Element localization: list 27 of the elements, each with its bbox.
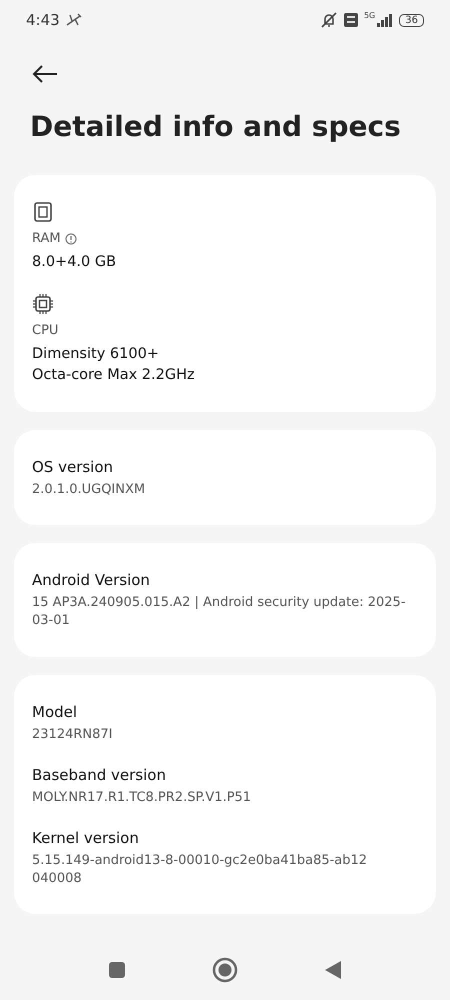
memory-chip-icon (32, 201, 54, 223)
battery-level: 36 (399, 14, 424, 26)
recents-button[interactable] (108, 961, 126, 979)
back-arrow-icon[interactable] (32, 64, 58, 84)
signal-icon (377, 14, 394, 26)
back-button[interactable] (324, 960, 342, 980)
info-icon[interactable] (64, 232, 77, 244)
network-type: 5G (364, 11, 376, 20)
spec-value: 5.15.149-android13-8-00010-gc2e0ba41ba85-ab12 040008 (32, 852, 368, 888)
spec-label: Kernel version (32, 828, 140, 847)
spec-label: Model (32, 702, 78, 721)
spec-label: CPU (32, 323, 58, 338)
spec-value: Dimensity 6100+ Octa-core Max 2.2GHz (32, 345, 196, 386)
spec-value: 2.0.1.0.UGQINXM (32, 481, 146, 500)
spec-value: 15 AP3A.240905.015.A2 | Android security update: 2025-03-01 (32, 594, 407, 630)
processor-chip-icon (32, 293, 54, 316)
spec-label: RAM (32, 231, 61, 246)
spec-value: 8.0+4.0 GB (32, 253, 118, 272)
spec-label: Baseband version (32, 766, 167, 784)
page-title: Detailed info and specs (30, 110, 402, 143)
mute-icon (320, 12, 338, 28)
spec-value: 23124RN87I (32, 726, 114, 744)
home-button[interactable] (212, 957, 238, 983)
spec-label: Android Version (32, 571, 151, 590)
spec-label: OS version (32, 458, 114, 476)
spec-value: MOLY.NR17.R1.TC8.PR2.SP.V1.P51 (32, 788, 252, 807)
status-time: 4:43 (26, 11, 60, 29)
